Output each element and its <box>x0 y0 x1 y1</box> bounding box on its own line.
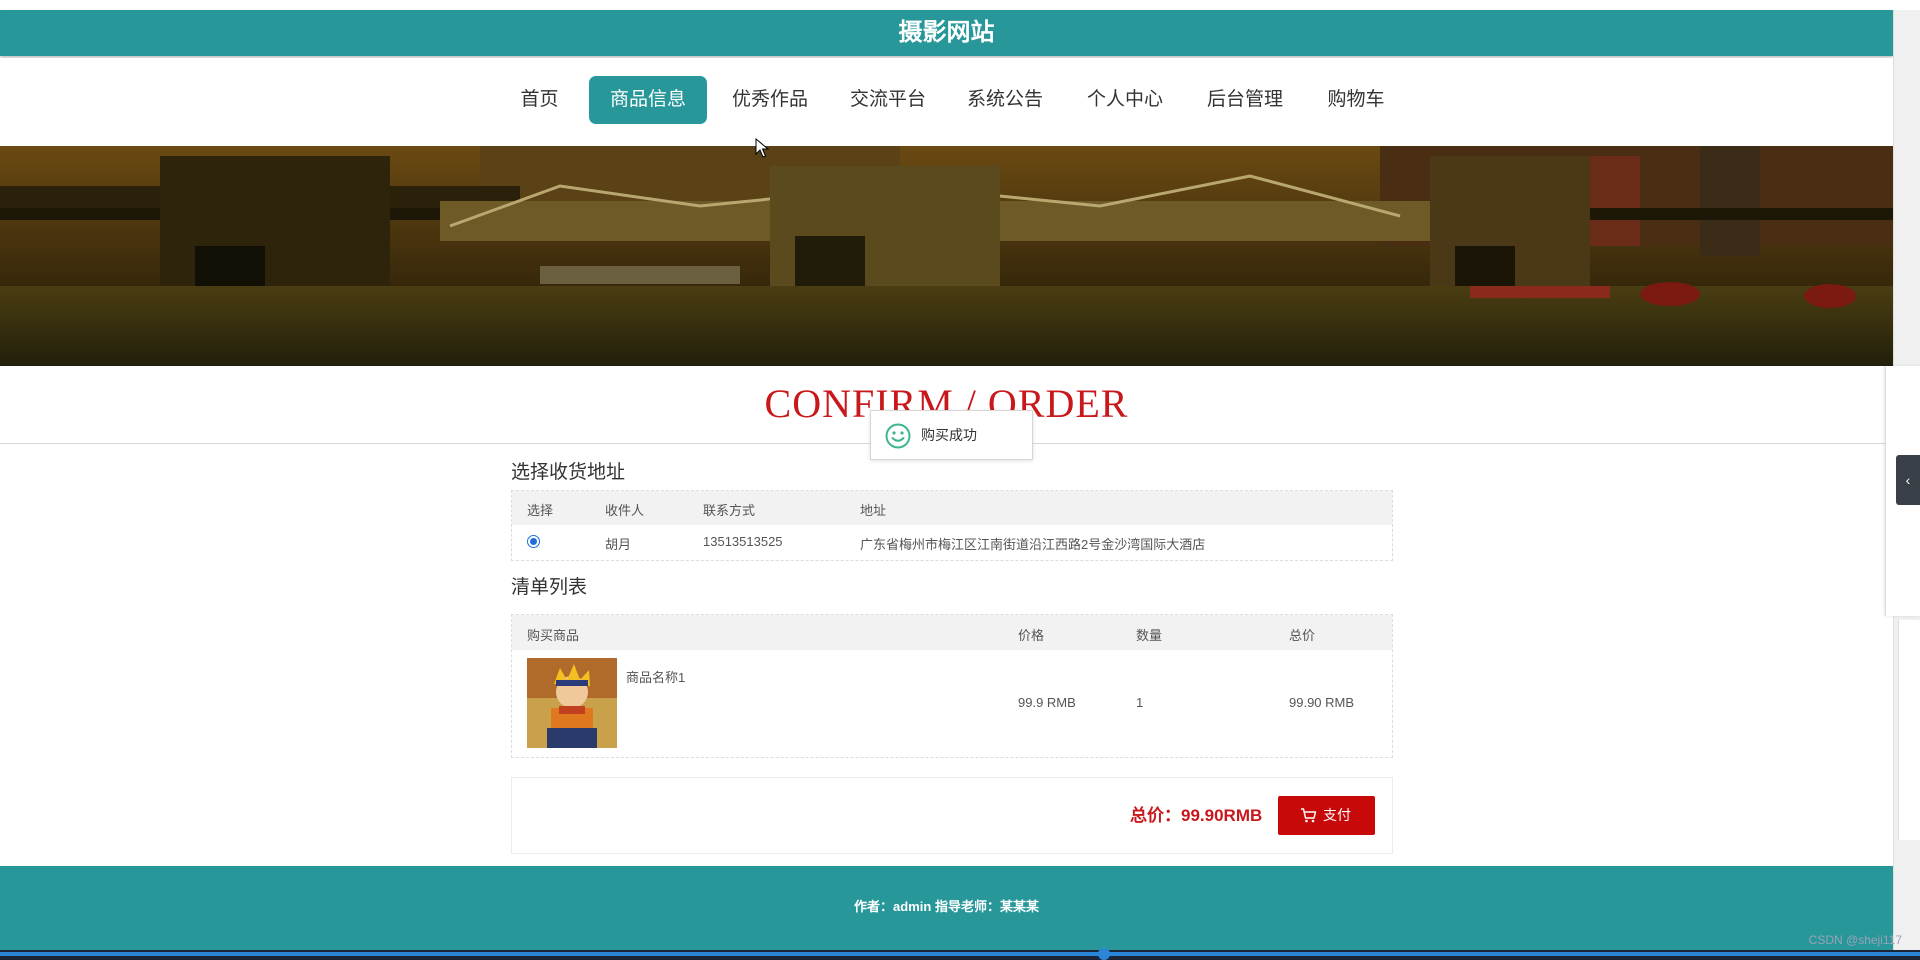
video-progress-knob[interactable] <box>1098 948 1110 960</box>
nav-item-admin[interactable]: 后台管理 <box>1206 76 1284 124</box>
order-total: 总价：99.90RMB <box>1130 806 1263 825</box>
header-recipient: 收件人 <box>605 503 645 518</box>
header-quantity: 数量 <box>1136 628 1163 643</box>
address-table-header: 选择 收件人 联系方式 地址 <box>512 491 1392 525</box>
pay-button[interactable]: 支付 <box>1278 796 1375 835</box>
smile-icon <box>885 423 911 449</box>
header-price: 价格 <box>1018 628 1045 643</box>
window-top-strip <box>0 0 1920 10</box>
header-select: 选择 <box>527 503 554 518</box>
mouse-cursor-icon <box>755 138 769 158</box>
nav-item-personal-center[interactable]: 个人中心 <box>1086 76 1164 124</box>
main-nav: 首页 商品信息 优秀作品 交流平台 系统公告 个人中心 后台管理 购物车 <box>0 58 1893 144</box>
header-product: 购买商品 <box>527 628 580 643</box>
product-quantity: 1 <box>1136 695 1144 710</box>
footer-credits: 作者：admin 指导老师：某某某 <box>854 899 1039 914</box>
order-summary: 总价：99.90RMB 支付 <box>511 777 1393 854</box>
address-table: 选择 收件人 联系方式 地址 胡月 13513513525 广东省梅州市梅江区江… <box>511 490 1393 561</box>
chevron-left-icon: ‹ <box>1905 472 1911 488</box>
site-title: 摄影网站 <box>898 19 995 46</box>
address-radio[interactable] <box>527 535 540 548</box>
header-address: 地址 <box>860 503 887 518</box>
order-list-header: 购买商品 价格 数量 总价 <box>512 615 1392 650</box>
pay-button-label: 支付 <box>1323 807 1351 823</box>
product-total: 99.90 RMB <box>1289 695 1355 710</box>
address-recipient: 胡月 <box>605 537 632 552</box>
purchase-success-toast: 购买成功 <box>870 410 1033 460</box>
side-panel-toggle[interactable]: ‹ <box>1896 455 1920 505</box>
nav-item-home[interactable]: 首页 <box>517 76 562 124</box>
watermark: CSDN @sheji117 <box>1808 933 1902 947</box>
cart-icon <box>1301 808 1317 823</box>
address-section-title: 选择收货地址 <box>511 462 626 483</box>
header-total: 总价 <box>1289 628 1316 643</box>
bridge-banner-illustration <box>0 146 1893 366</box>
header-phone: 联系方式 <box>703 503 756 518</box>
scrollbar-top-button[interactable] <box>1895 10 1918 22</box>
nav-item-forum[interactable]: 交流平台 <box>849 76 927 124</box>
video-progress-fill <box>0 952 1920 956</box>
banner-image <box>0 146 1893 366</box>
nav-item-cart[interactable]: 购物车 <box>1326 76 1386 124</box>
product-price: 99.9 RMB <box>1018 695 1076 710</box>
product-thumbnail[interactable] <box>527 658 617 748</box>
nav-item-works[interactable]: 优秀作品 <box>731 76 809 124</box>
address-text: 广东省梅州市梅江区江南街道沿江西路2号金沙湾国际大酒店 <box>860 537 1206 552</box>
product-name[interactable]: 商品名称1 <box>626 667 685 686</box>
address-phone: 13513513525 <box>703 534 783 549</box>
nav-item-products[interactable]: 商品信息 <box>589 76 707 124</box>
site-header: 摄影网站 <box>0 10 1893 56</box>
nav-item-announcements[interactable]: 系统公告 <box>966 76 1044 124</box>
order-list-table: 购买商品 价格 数量 总价 商品名称1 99.9 RMB 1 99.90 RMB <box>511 614 1393 758</box>
site-footer: 作者：admin 指导老师：某某某 <box>0 866 1905 950</box>
side-panel-lower <box>1898 620 1920 840</box>
list-section-title: 清单列表 <box>511 577 588 598</box>
toast-message: 购买成功 <box>921 427 977 443</box>
